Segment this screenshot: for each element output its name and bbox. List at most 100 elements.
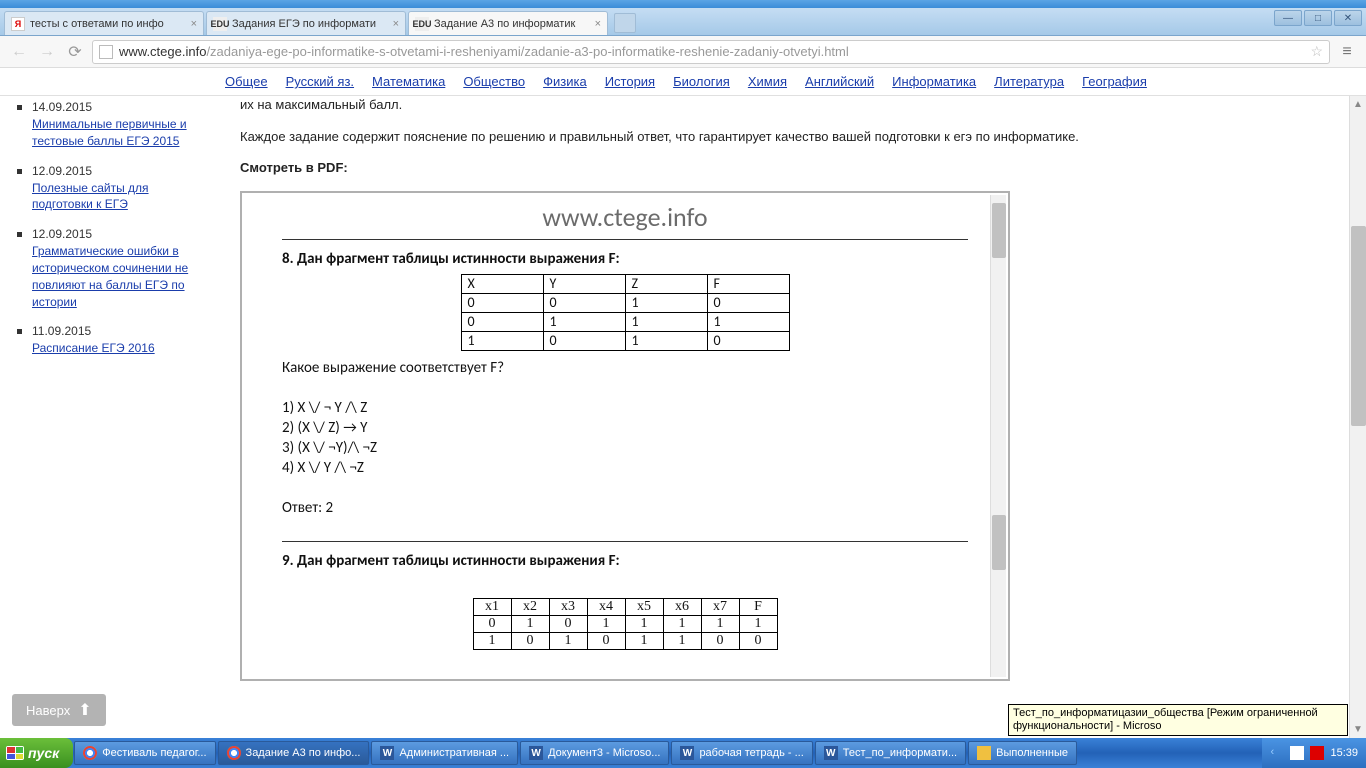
nav-link[interactable]: Литература xyxy=(994,74,1064,89)
close-tab-icon[interactable]: × xyxy=(393,18,399,30)
word-icon: W xyxy=(380,746,394,760)
favicon-edu: EDU xyxy=(415,17,429,31)
truth-table-1: XYZF 0010 0111 1010 xyxy=(461,274,790,351)
start-button[interactable]: пуск xyxy=(0,738,73,768)
nav-link[interactable]: Химия xyxy=(748,74,787,89)
nav-link[interactable]: Информатика xyxy=(892,74,976,89)
favicon-edu: EDU xyxy=(213,17,227,31)
word-icon: W xyxy=(680,746,694,760)
browser-tab[interactable]: Я тесты с ответами по инфо × xyxy=(4,11,204,35)
page-icon xyxy=(99,45,113,59)
bullet-icon xyxy=(17,232,22,237)
nav-link[interactable]: История xyxy=(605,74,655,89)
maximize-button[interactable]: □ xyxy=(1304,10,1332,26)
taskbar-item-active[interactable]: Задание А3 по инфо... xyxy=(218,741,370,765)
bullet-icon xyxy=(17,105,22,110)
taskbar-item[interactable]: WАдминистративная ... xyxy=(371,741,518,765)
nav-link[interactable]: Математика xyxy=(372,74,445,89)
table-row: 01011111 xyxy=(473,615,777,632)
tooltip: Тест_по_информатицазии_общества [Режим о… xyxy=(1008,704,1348,736)
new-tab-button[interactable] xyxy=(614,13,636,33)
window-titlebar xyxy=(0,0,1366,8)
sidebar-link[interactable]: Расписание ЕГЭ 2016 xyxy=(32,341,155,355)
scrollbar-thumb[interactable] xyxy=(992,515,1006,570)
tray-icon[interactable] xyxy=(1290,746,1304,760)
option: 3) (X \/ ¬Y)/\ ¬Z xyxy=(282,439,968,457)
tray-icon[interactable]: ‹ xyxy=(1270,746,1284,760)
sidebar-item: 11.09.2015 Расписание ЕГЭ 2016 xyxy=(12,324,208,357)
nav-link[interactable]: Общее xyxy=(225,74,268,89)
minimize-button[interactable]: — xyxy=(1274,10,1302,26)
pdf-content: 8. Дан фрагмент таблицы истинности выраж… xyxy=(282,250,968,650)
taskbar: пуск Фестиваль педагог... Задание А3 по … xyxy=(0,738,1366,768)
nav-link[interactable]: Физика xyxy=(543,74,587,89)
window-controls: — □ ✕ xyxy=(1274,10,1362,26)
sidebar-link[interactable]: Минимальные первичные и тестовые баллы Е… xyxy=(32,117,187,148)
nav-link[interactable]: География xyxy=(1082,74,1147,89)
site-nav-bar: Общее Русский яз. Математика Общество Фи… xyxy=(0,68,1366,96)
sidebar-date: 12.09.2015 xyxy=(32,164,208,178)
sidebar-link[interactable]: Грамматические ошибки в историческом соч… xyxy=(32,244,188,308)
table-row: 10101100 xyxy=(473,632,777,649)
browser-tab-strip: Я тесты с ответами по инфо × EDU Задания… xyxy=(0,8,1366,36)
pdf-label: Смотреть в PDF: xyxy=(240,159,1346,177)
reload-button[interactable]: ⟳ xyxy=(64,41,86,63)
nav-link[interactable]: Общество xyxy=(463,74,525,89)
question-sub: Какое выражение соответствует F? xyxy=(282,359,968,377)
start-label: пуск xyxy=(28,745,59,761)
option: 4) X \/ Y /\ ¬Z xyxy=(282,459,968,477)
taskbar-item-label: Выполненные xyxy=(996,747,1068,759)
taskbar-item[interactable]: WДокумент3 - Microso... xyxy=(520,741,669,765)
forward-button[interactable]: → xyxy=(36,41,58,63)
tab-title: Задания ЕГЭ по информати xyxy=(232,18,389,30)
sidebar-item: 14.09.2015 Минимальные первичные и тесто… xyxy=(12,100,208,150)
tray-icon[interactable] xyxy=(1310,746,1324,760)
pdf-scrollbar[interactable] xyxy=(990,195,1006,677)
windows-logo-icon xyxy=(6,746,24,760)
address-bar[interactable]: www.ctege.info/zadaniya-ege-po-informati… xyxy=(92,40,1330,64)
browser-menu-icon[interactable]: ≡ xyxy=(1336,41,1358,63)
scroll-top-label: Наверх xyxy=(26,703,70,718)
pdf-viewer[interactable]: www.ctege.info 8. Дан фрагмент таблицы и… xyxy=(240,191,1010,681)
tab-title: тесты с ответами по инфо xyxy=(30,18,187,30)
scroll-up-icon[interactable]: ▲ xyxy=(1350,96,1366,113)
main-content: их на максимальный балл. Каждое задание … xyxy=(220,96,1366,738)
sidebar-item: 12.09.2015 Грамматические ошибки в истор… xyxy=(12,227,208,310)
back-button[interactable]: ← xyxy=(8,41,30,63)
system-tray[interactable]: ‹ 15:39 xyxy=(1262,738,1366,768)
taskbar-item[interactable]: Фестиваль педагог... xyxy=(74,741,215,765)
nav-link[interactable]: Биология xyxy=(673,74,730,89)
option: 2) (X \/ Z) → Y xyxy=(282,419,968,437)
browser-tab-active[interactable]: EDU Задание А3 по информатик × xyxy=(408,11,608,35)
nav-link[interactable]: Русский яз. xyxy=(286,74,354,89)
clock[interactable]: 15:39 xyxy=(1330,747,1358,759)
folder-icon xyxy=(977,746,991,760)
bullet-icon xyxy=(17,329,22,334)
taskbar-item[interactable]: Выполненные xyxy=(968,741,1077,765)
nav-link[interactable]: Английский xyxy=(805,74,874,89)
favicon-yandex: Я xyxy=(11,17,25,31)
scroll-to-top-button[interactable]: Наверх ⬆ xyxy=(12,694,106,726)
browser-tab[interactable]: EDU Задания ЕГЭ по информати × xyxy=(206,11,406,35)
scrollbar-thumb[interactable] xyxy=(992,203,1006,258)
close-tab-icon[interactable]: × xyxy=(595,18,601,30)
browser-toolbar: ← → ⟳ www.ctege.info/zadaniya-ege-po-inf… xyxy=(0,36,1366,68)
close-tab-icon[interactable]: × xyxy=(191,18,197,30)
taskbar-item[interactable]: Wрабочая тетрадь - ... xyxy=(671,741,812,765)
url-path: /zadaniya-ege-po-informatike-s-otvetami-… xyxy=(206,44,848,59)
sidebar-date: 14.09.2015 xyxy=(32,100,208,114)
table-row: XYZF xyxy=(461,274,789,293)
answer: Ответ: 2 xyxy=(282,499,968,517)
bullet-icon xyxy=(17,169,22,174)
close-button[interactable]: ✕ xyxy=(1334,10,1362,26)
question-title: 9. Дан фрагмент таблицы истинности выраж… xyxy=(282,552,968,570)
chrome-icon xyxy=(83,746,97,760)
sidebar-item: 12.09.2015 Полезные сайты для подготовки… xyxy=(12,164,208,214)
taskbar-item-label: Тест_по_информати... xyxy=(843,747,957,759)
scrollbar-thumb[interactable] xyxy=(1351,226,1366,426)
taskbar-item[interactable]: WТест_по_информати... xyxy=(815,741,966,765)
bookmark-star-icon[interactable]: ☆ xyxy=(1310,43,1323,60)
sidebar-link[interactable]: Полезные сайты для подготовки к ЕГЭ xyxy=(32,181,149,212)
scroll-down-icon[interactable]: ▼ xyxy=(1350,721,1366,738)
browser-scrollbar[interactable]: ▲ ▼ xyxy=(1349,96,1366,738)
